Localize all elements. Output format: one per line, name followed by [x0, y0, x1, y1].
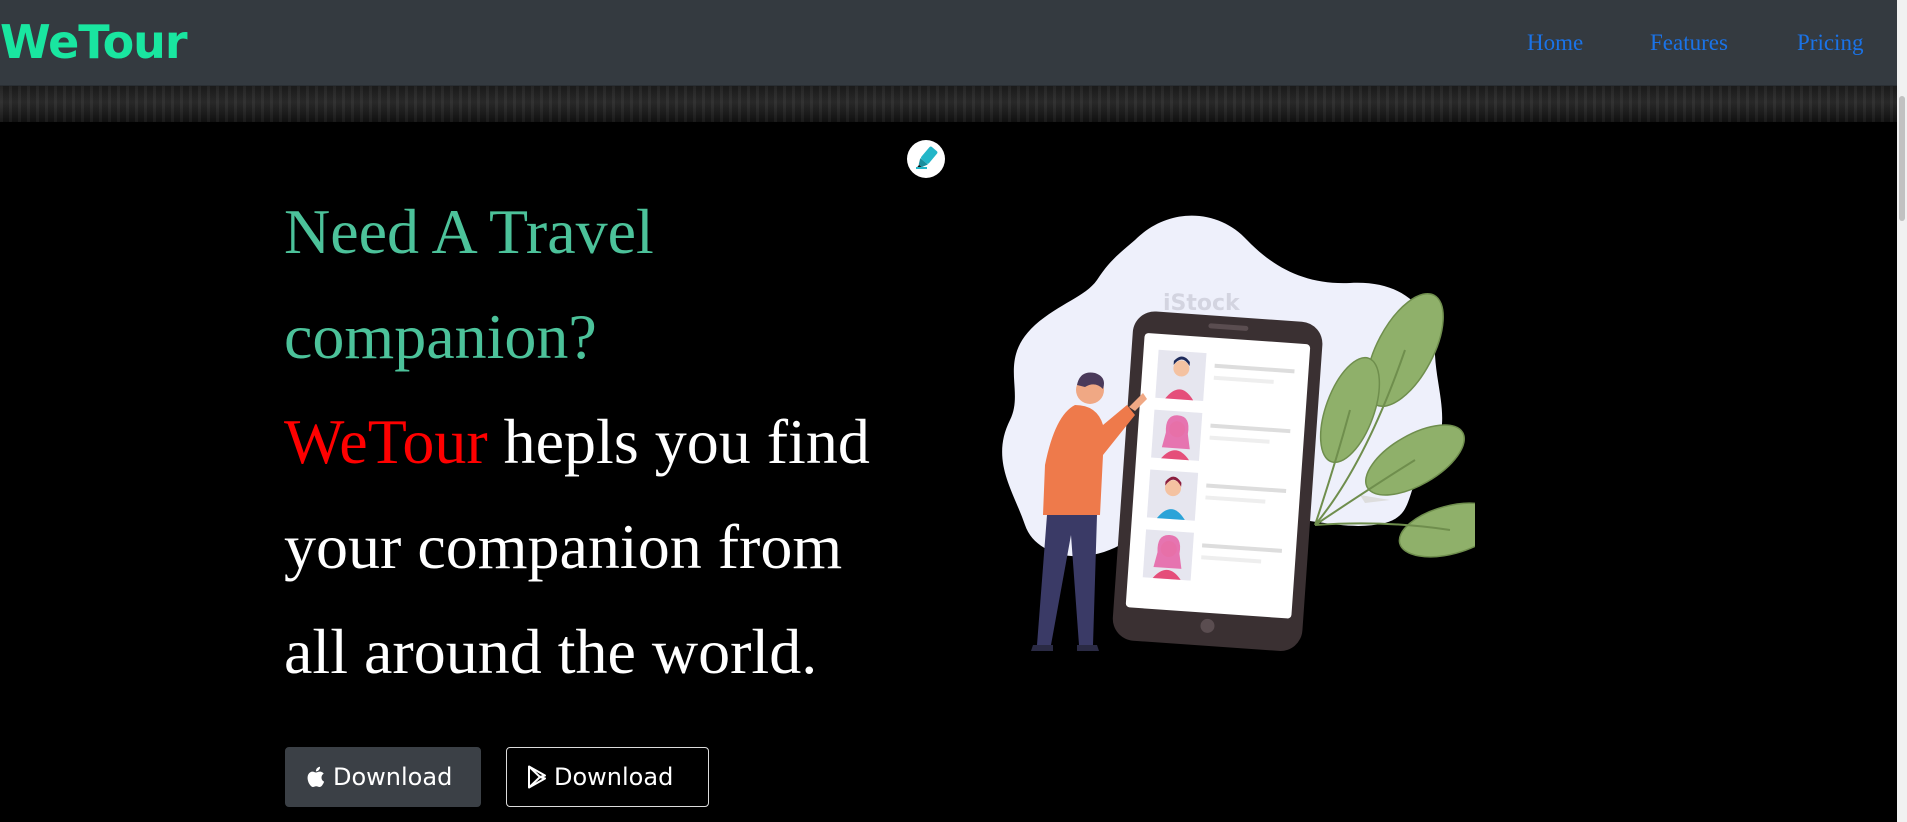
nav-link-features[interactable]: Features	[1650, 28, 1728, 58]
brand-logo[interactable]: WeTour	[0, 12, 188, 72]
google-play-icon	[528, 765, 546, 789]
hero-question-line-2: companion?	[284, 301, 597, 372]
hero-tagline-line-2: your companion from	[284, 511, 843, 582]
top-navbar: WeTour Home Features Pricing	[0, 0, 1897, 86]
header-texture-band	[0, 86, 1897, 122]
illustration-watermark: iStock	[1163, 291, 1241, 316]
app-store-download-button[interactable]: Download	[285, 747, 481, 807]
nav-link-home[interactable]: Home	[1527, 28, 1583, 58]
nav-link-pricing[interactable]: Pricing	[1797, 28, 1863, 58]
hero-tagline-text: hepls you find	[487, 406, 870, 477]
highlighter-icon[interactable]	[907, 140, 945, 178]
app-store-download-label: Download	[333, 763, 453, 791]
hero-tagline-line-3: all around the world.	[284, 616, 818, 687]
hero-illustration: iStock	[1002, 215, 1475, 651]
apple-icon	[307, 766, 325, 788]
hero-question-line-1: Need A Travel	[284, 196, 654, 267]
hero-brand-word: WeTour	[284, 406, 488, 477]
google-play-download-button[interactable]: Download	[506, 747, 709, 807]
hero-tagline-line-1: WeTour hepls you find	[284, 402, 870, 482]
google-play-download-label: Download	[554, 763, 674, 791]
page-scrollbar-thumb[interactable]	[1899, 96, 1905, 221]
